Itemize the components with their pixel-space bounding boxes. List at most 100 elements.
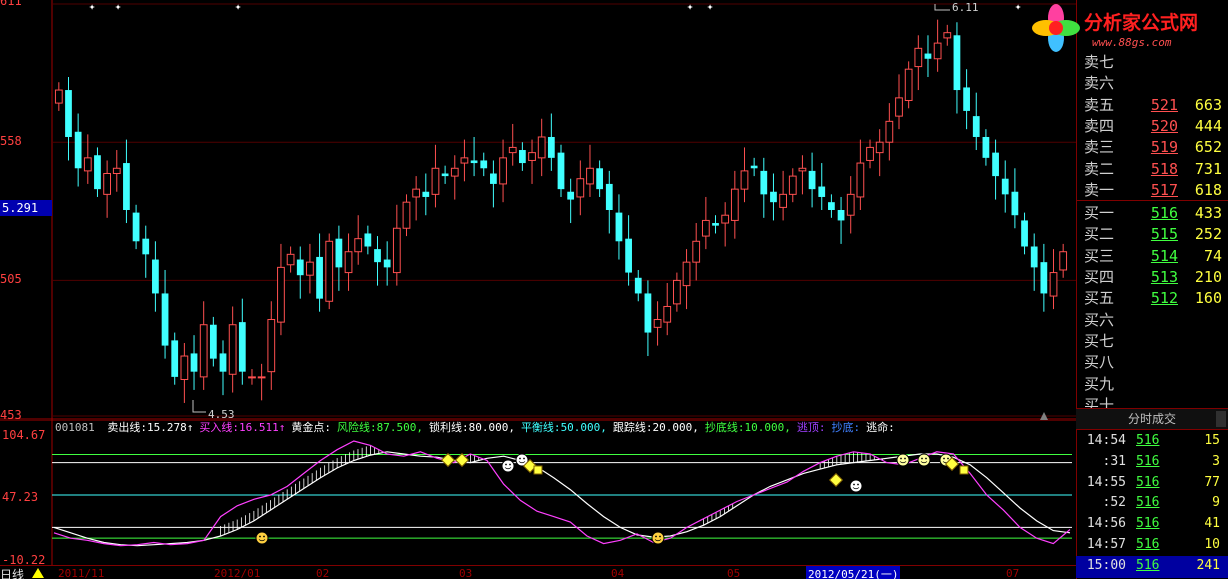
bid-row[interactable]: 买一 516 433 — [1084, 203, 1224, 224]
tick-time: 14:56 — [1086, 516, 1126, 532]
bid-row[interactable]: 买九 — [1084, 374, 1224, 395]
tick-row[interactable]: :52 516 9 — [1076, 493, 1224, 513]
candle-down — [65, 90, 72, 137]
ticks-scroll-button[interactable] — [1216, 411, 1226, 427]
candle-down — [190, 353, 198, 372]
top-marker: ✦ — [115, 0, 122, 13]
candle-down — [547, 136, 555, 158]
indicator-axis-label-top: 104.67 — [2, 428, 46, 442]
bid-row[interactable]: 买六 — [1084, 310, 1224, 331]
candlestick-chart[interactable]: ✦ ✦ ✦ ✦ ✦ ✦ — [0, 0, 1076, 420]
indicator-legend-value: 87.500, — [376, 421, 423, 434]
tick-row[interactable]: 14:56 516 41 — [1076, 514, 1224, 534]
high-annotation: 6.11 — [952, 1, 979, 14]
candle-up — [730, 188, 739, 221]
level-price: 513 — [1150, 268, 1178, 286]
ask-row[interactable]: 卖七 — [1084, 52, 1224, 73]
low-pointer — [192, 400, 206, 413]
level-label: 买二 — [1084, 225, 1115, 244]
candle-up — [325, 240, 334, 302]
tick-price: 516 — [1136, 516, 1160, 532]
tick-price: 516 — [1136, 474, 1160, 490]
candle-down — [557, 152, 565, 190]
level-label: 卖五 — [1084, 95, 1115, 114]
ask-row[interactable]: 卖一 517 618 — [1084, 180, 1224, 201]
bid-row[interactable]: 买二 515 252 — [1084, 224, 1224, 245]
candle-up — [257, 376, 266, 379]
level-label: 卖四 — [1084, 116, 1115, 135]
indicator-legend-item: 逃顶: — [796, 421, 826, 434]
tick-row[interactable]: 15:00 516 241 — [1076, 556, 1224, 576]
candle-down — [152, 259, 159, 294]
candle-down — [625, 238, 632, 273]
level-qty: 210 — [1194, 268, 1222, 286]
period-triangle-icon[interactable] — [32, 568, 44, 578]
level-qty: 652 — [1194, 138, 1222, 157]
ask-row[interactable]: 卖五 521 663 — [1084, 95, 1224, 116]
level-label: 卖三 — [1084, 138, 1115, 157]
escape-signal-icon — [959, 465, 969, 475]
bid-row[interactable]: 买八 — [1084, 352, 1224, 373]
level-price: 521 — [1150, 95, 1178, 114]
indicator-legend-item: 买入线: — [199, 421, 239, 434]
candle-down — [750, 165, 758, 169]
order-book-divider — [1076, 200, 1228, 201]
tick-row[interactable]: :31 516 3 — [1076, 452, 1224, 472]
level-qty: 433 — [1194, 204, 1222, 223]
level-qty: 663 — [1194, 95, 1222, 114]
candle-down — [123, 163, 130, 210]
candle-down — [992, 152, 999, 177]
candle-down — [808, 170, 816, 190]
tick-row[interactable]: 14:55 516 77 — [1076, 473, 1224, 493]
indicator-legend-value: 10.000, — [744, 421, 791, 434]
indicator-header: 001081 卖出线:15.278↑ 买入线:16.511↑ 黄金点: 风险线:87.… — [55, 421, 895, 435]
candle-up — [306, 261, 314, 276]
logo-title: 分析家公式网 — [1084, 12, 1199, 34]
level-qty: 444 — [1194, 116, 1222, 135]
candle-down — [383, 259, 391, 268]
indicator-legend-item: 跟踪线: — [612, 421, 653, 434]
tick-row[interactable]: 14:57 516 10 — [1076, 535, 1224, 555]
bid-row[interactable]: 买四 513 210 — [1084, 267, 1224, 288]
candle-down — [615, 212, 623, 242]
level-price: 512 — [1150, 289, 1178, 308]
bid-row[interactable]: 买五 512 160 — [1084, 288, 1224, 309]
candle-up — [1049, 272, 1058, 297]
candle-down — [972, 116, 980, 137]
candle-up — [788, 175, 797, 195]
tick-row[interactable]: 14:54 516 15 — [1076, 431, 1224, 451]
ticks-header[interactable]: 分时成交 — [1076, 408, 1228, 430]
candle-down — [567, 191, 575, 200]
candle-up — [856, 162, 865, 198]
ask-row[interactable]: 卖二 518 731 — [1084, 159, 1224, 180]
ask-row[interactable]: 卖四 520 444 — [1084, 116, 1224, 137]
candle-down — [441, 173, 449, 177]
level-label: 买七 — [1084, 331, 1115, 350]
level-price: 519 — [1150, 138, 1178, 157]
candle-down — [1030, 246, 1038, 268]
candle-up — [576, 178, 585, 198]
bid-row[interactable]: 买七 — [1084, 331, 1224, 352]
ask-row[interactable]: 卖三 519 652 — [1084, 137, 1224, 158]
period-label[interactable]: 日线 — [0, 566, 24, 579]
level-label: 卖六 — [1084, 74, 1115, 93]
sell-signal-smiley-icon — [501, 459, 515, 473]
bid-row[interactable]: 买三 514 74 — [1084, 246, 1224, 267]
candle-up — [798, 167, 807, 172]
candle-up — [740, 170, 749, 190]
tick-time: 14:54 — [1086, 433, 1126, 448]
candle-down — [94, 155, 101, 190]
indicator-legend-value: 20.000, — [652, 421, 699, 434]
candle-up — [112, 167, 121, 174]
candle-down — [837, 210, 845, 221]
candle-up — [895, 97, 903, 117]
ask-row[interactable]: 卖六 — [1084, 73, 1224, 94]
candle-up — [904, 68, 913, 101]
price-axis-label-505: 505 — [0, 272, 22, 286]
current-price-tag: 5.291 — [0, 200, 52, 216]
candle-down — [1040, 262, 1048, 294]
level-label: 买五 — [1084, 289, 1115, 308]
indicator-chart[interactable] — [0, 420, 1076, 565]
tick-volume: 41 — [1204, 516, 1220, 532]
candle-down — [1021, 220, 1028, 247]
